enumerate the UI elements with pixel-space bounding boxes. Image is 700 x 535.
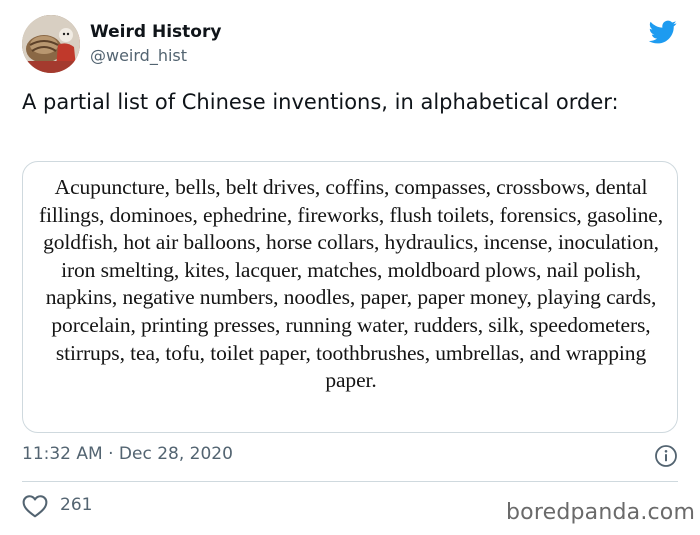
boredpanda-watermark: boredpanda.com xyxy=(506,500,696,525)
tweet-timestamp[interactable]: 11:32 AM · Dec 28, 2020 xyxy=(22,444,233,464)
tweet-text: A partial list of Chinese inventions, in… xyxy=(22,90,619,114)
heart-icon[interactable] xyxy=(22,494,48,518)
like-count: 261 xyxy=(60,495,93,515)
info-icon[interactable] xyxy=(654,444,678,468)
media-image-text: Acupuncture, bells, belt drives, coffins… xyxy=(38,175,664,393)
divider xyxy=(22,481,678,482)
user-handle[interactable]: @weird_hist xyxy=(90,46,187,65)
display-name[interactable]: Weird History xyxy=(90,22,221,42)
avatar[interactable] xyxy=(22,15,80,73)
tweet-media-image[interactable]: Acupuncture, bells, belt drives, coffins… xyxy=(22,161,678,433)
twitter-bird-icon[interactable] xyxy=(647,18,679,46)
